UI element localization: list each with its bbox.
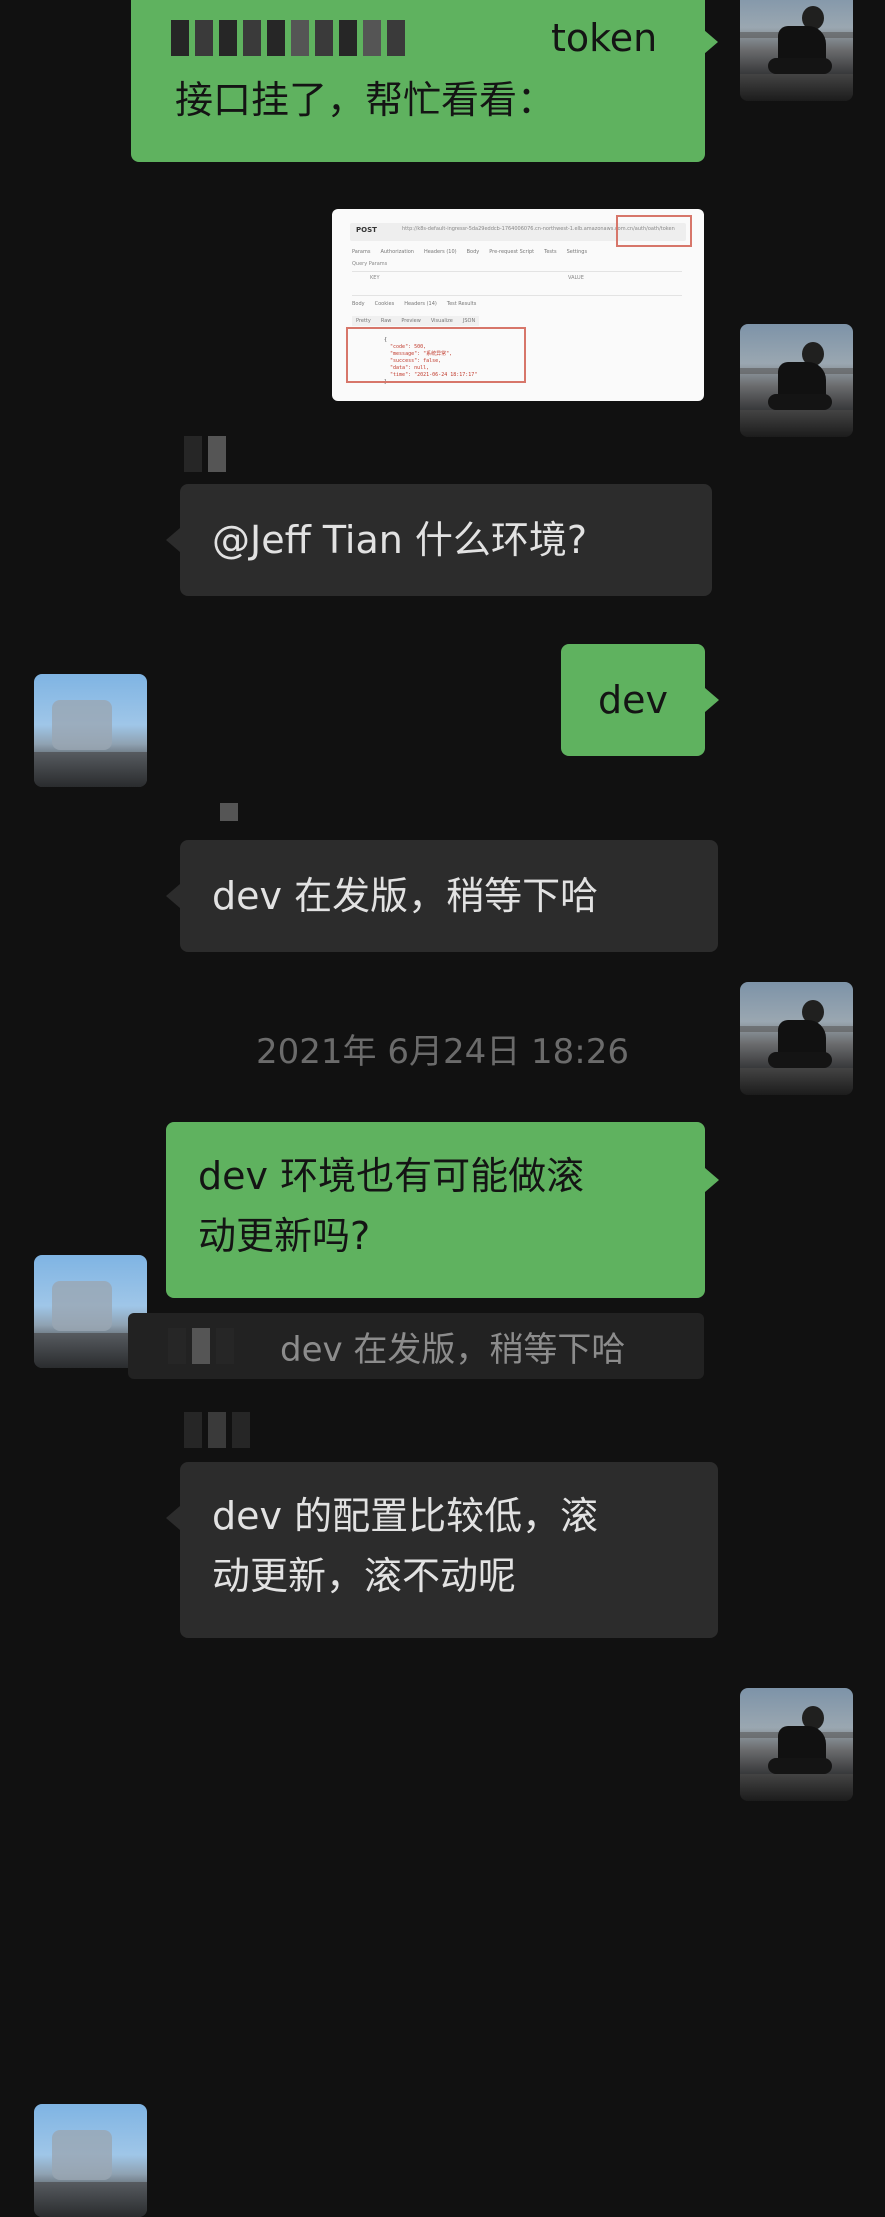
response-highlight-box (346, 327, 526, 383)
contact-avatar[interactable] (34, 2104, 147, 2217)
bubble-tail (166, 884, 180, 908)
sender-name-redacted (184, 436, 226, 472)
tab-test-results: Test Results (446, 301, 477, 307)
tab-prerequest: Pre-request Script (489, 249, 535, 255)
message-text: dev 在发版，稍等下哈 (212, 874, 599, 918)
bubble-tail (166, 1506, 180, 1530)
redacted-text (171, 20, 405, 56)
message-text-line1: token (551, 16, 658, 60)
contact-avatar[interactable] (34, 674, 147, 787)
tab-response-headers: Headers (14) (404, 301, 437, 307)
value-column-label: VALUE (568, 275, 584, 281)
quoted-sender-redacted (168, 1328, 234, 1364)
bubble-tail (704, 30, 718, 54)
bubble-tail (705, 688, 719, 712)
tab-visualize: Visualize (430, 318, 453, 324)
sender-name-redacted (220, 803, 238, 839)
quoted-message[interactable]: dev 在发版，稍等下哈 (128, 1313, 704, 1379)
tab-raw: Raw (380, 318, 392, 324)
bubble-tail (166, 528, 180, 552)
my-message-bubble[interactable]: dev 环境也有可能做滚 动更新吗? (166, 1122, 705, 1298)
contact-message-bubble[interactable]: dev 的配置比较低，滚 动更新，滚不动呢 (180, 1462, 718, 1638)
my-message-bubble[interactable]: token 接口挂了，帮忙看看： (131, 0, 705, 162)
tab-response-body: Body (352, 301, 365, 307)
my-message-bubble[interactable]: dev (561, 644, 705, 756)
key-column-label: KEY (370, 275, 380, 281)
tab-json: JSON (462, 318, 476, 324)
contact-message-bubble[interactable]: dev 在发版，稍等下哈 (180, 840, 718, 952)
tab-authorization: Authorization (380, 249, 414, 255)
sender-name-redacted (184, 1412, 250, 1448)
view-tabs: Pretty Raw Preview Visualize JSON (352, 316, 480, 326)
message-text-line1: dev 环境也有可能做滚 (198, 1154, 585, 1198)
tab-preview: Preview (401, 318, 421, 324)
divider (352, 271, 682, 272)
request-tabs: Params Authorization Headers (10) Body P… (352, 249, 587, 255)
tab-cookies: Cookies (374, 301, 395, 307)
message-text: @Jeff Tian 什么环境? (212, 518, 588, 562)
message-text-line1: dev 的配置比较低，滚 (212, 1494, 599, 1538)
self-avatar[interactable] (740, 324, 853, 437)
tab-params: Params (352, 249, 371, 255)
self-avatar[interactable] (740, 0, 853, 101)
quoted-text: dev 在发版，稍等下哈 (280, 1329, 626, 1370)
screenshot-image-message[interactable]: POST http://k8s-default-ingressr-5da29ed… (332, 209, 704, 401)
bubble-tail (705, 1168, 719, 1192)
tab-pretty: Pretty (356, 318, 371, 324)
url-highlight-box (616, 215, 692, 247)
message-text-line2: 接口挂了，帮忙看看： (175, 78, 556, 122)
message-text: dev (598, 678, 668, 722)
response-tabs: Body Cookies Headers (14) Test Results (352, 301, 476, 307)
tab-settings: Settings (566, 249, 588, 255)
self-avatar[interactable] (740, 1688, 853, 1801)
tab-tests: Tests (544, 249, 557, 255)
message-text-line2: 动更新，滚不动呢 (212, 1554, 517, 1598)
request-method: POST (356, 226, 377, 234)
contact-message-bubble[interactable]: @Jeff Tian 什么环境? (180, 484, 712, 596)
timestamp: 2021年 6月24日 18:26 (255, 1032, 630, 1072)
tab-body: Body (466, 249, 480, 255)
tab-headers: Headers (10) (423, 249, 457, 255)
divider (352, 295, 682, 296)
message-text-line2: 动更新吗? (198, 1214, 371, 1258)
query-params-label: Query Params (352, 261, 388, 267)
